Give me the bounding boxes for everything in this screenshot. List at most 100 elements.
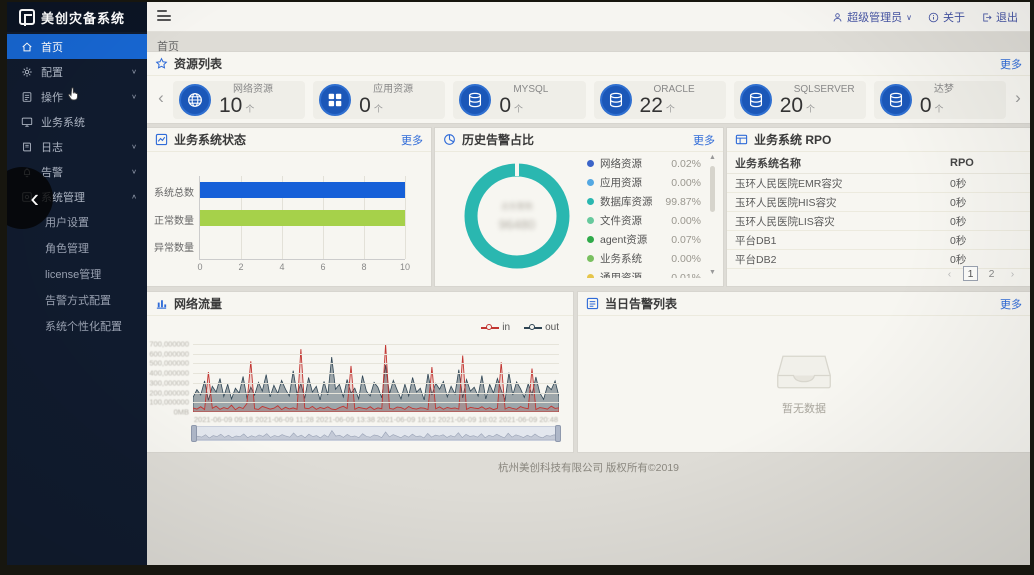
datazoom-right-handle[interactable] xyxy=(555,425,561,442)
card-name: 达梦 xyxy=(934,84,954,95)
empty-text: 暂无数据 xyxy=(782,400,826,416)
pagination-page-2[interactable]: 2 xyxy=(984,266,999,281)
pagination-next[interactable]: › xyxy=(1005,266,1020,281)
grid-line xyxy=(193,402,559,403)
rpo-system-name: 平台DB2 xyxy=(727,252,950,267)
alarm-more-link[interactable]: 更多 xyxy=(693,132,715,148)
card-text: ORACLE22个 xyxy=(640,84,695,117)
legend-item-网络资源[interactable]: 网络资源0.02% xyxy=(587,154,701,173)
scroll-thumb[interactable] xyxy=(710,166,715,212)
database-icon xyxy=(740,84,772,116)
x-tick-label: 2021-06-09 13:38 xyxy=(316,415,375,424)
x-tick-label: 2021-06-09 18:02 xyxy=(438,415,497,424)
user-menu[interactable]: 超级管理员 ∨ xyxy=(832,9,912,25)
x-tick-label: 6 xyxy=(320,262,325,272)
database-icon xyxy=(459,84,491,116)
main-area: 超级管理员 ∨ 关于 退出 首页 资源列表 更多 xyxy=(147,2,1030,565)
legend-item-数据库资源[interactable]: 数据库资源99.87% xyxy=(587,192,701,211)
resource-cards: 网络资源10个 应用资源0个MYSQL0个 ORACLE22个 SQLSERVER20… xyxy=(173,81,1006,119)
x-tick-label: 2021-06-09 11:28 xyxy=(255,415,314,424)
y-tick-label: 700,000000 xyxy=(149,340,189,349)
sidebar-item-business-system[interactable]: 业务系统 xyxy=(7,109,147,134)
card-count-line: 0个 xyxy=(359,95,413,117)
datazoom-slider[interactable] xyxy=(193,426,559,441)
legend-item-agent资源[interactable]: agent资源0.07% xyxy=(587,230,701,249)
about-button[interactable]: 关于 xyxy=(928,9,965,25)
logout-label: 退出 xyxy=(996,9,1018,25)
donut-center-value: 96480 xyxy=(499,217,535,232)
gear-icon xyxy=(21,66,33,78)
donut-center-label: 总告警数 xyxy=(501,201,533,212)
status-more-link[interactable]: 更多 xyxy=(401,132,423,148)
card-text: SQLSERVER20个 xyxy=(780,84,855,117)
sidebar-item-operation[interactable]: 操作∨ xyxy=(7,84,147,109)
network-chart: 700,000000600,000000500,000000400,000000… xyxy=(193,344,559,412)
legend-dot xyxy=(587,236,594,243)
monitor-icon xyxy=(21,116,33,128)
carousel-right-arrow[interactable]: › xyxy=(1010,88,1026,108)
network-traffic-panel: 网络流量 in out 700,000000600,000000500,00000… xyxy=(147,292,573,452)
x-tick-label: 10 xyxy=(400,262,410,272)
x-tick-label: 8 xyxy=(361,262,366,272)
x-tick-label: 2021-06-09 20:48 xyxy=(499,415,558,424)
bar-category-label: 异常数量 xyxy=(148,239,194,254)
scroll-down-icon[interactable]: ▼ xyxy=(708,269,717,276)
menu-toggle-icon[interactable] xyxy=(157,10,171,22)
sidebar-subitem-system-personalization[interactable]: 系统个性化配置 xyxy=(7,313,147,339)
sidebar-item-log[interactable]: 日志∨ xyxy=(7,134,147,159)
column-header-name: 业务系统名称 xyxy=(727,155,950,171)
bar-category-label: 系统总数 xyxy=(148,184,194,199)
alarm-ratio-panel: 历史告警占比 更多 总告警数 96480 网络资源0.02%应用资源0.00%数… xyxy=(435,128,723,286)
sidebar-item-config[interactable]: 配置∨ xyxy=(7,59,147,84)
system-status-panel: 业务系统状态 更多 0246810系统总数正常数量异常数量 xyxy=(147,128,431,286)
legend-scrollbar[interactable]: ▲ ▼ xyxy=(708,154,717,276)
legend-name: 通用资源 xyxy=(600,270,671,278)
logout-button[interactable]: 退出 xyxy=(981,9,1018,25)
legend-dot xyxy=(587,179,594,186)
resource-card-oracle[interactable]: ORACLE22个 xyxy=(594,81,726,119)
legend-item-文件资源[interactable]: 文件资源0.00% xyxy=(587,211,701,230)
y-tick-label: 100,000000 xyxy=(149,398,189,407)
sidebar-subitem-role-management[interactable]: 角色管理 xyxy=(7,235,147,261)
datazoom-left-handle[interactable] xyxy=(191,425,197,442)
legend-dot xyxy=(587,255,594,262)
resource-card-sqlserver[interactable]: SQLSERVER20个 xyxy=(734,81,866,119)
legend-item-业务系统[interactable]: 业务系统0.00% xyxy=(587,249,701,268)
rpo-value: 0秒 xyxy=(950,195,1030,210)
legend-item-通用资源[interactable]: 通用资源0.01% xyxy=(587,268,701,278)
app-title: 美创灾备系统 xyxy=(41,8,125,27)
legend-item-out[interactable]: out xyxy=(524,322,559,333)
pagination-prev[interactable]: ‹ xyxy=(942,266,957,281)
alarm-legend: 网络资源0.02%应用资源0.00%数据库资源99.87%文件资源0.00%ag… xyxy=(587,154,701,278)
alerts-more-link[interactable]: 更多 xyxy=(1000,296,1022,312)
resources-more-link[interactable]: 更多 xyxy=(1000,56,1022,72)
legend-name: in xyxy=(502,322,510,333)
chevron-left-icon: ‹ xyxy=(30,183,39,214)
logout-icon xyxy=(981,12,992,23)
resource-card-dameng[interactable]: 达梦0个 xyxy=(874,81,1006,119)
legend-line-marker xyxy=(481,324,499,332)
legend-item-应用资源[interactable]: 应用资源0.00% xyxy=(587,173,701,192)
sidebar-subitem-alarm-method-config[interactable]: 告警方式配置 xyxy=(7,287,147,313)
resource-card-app[interactable]: 应用资源0个 xyxy=(313,81,445,119)
sidebar-subitem-license-management[interactable]: license管理 xyxy=(7,261,147,287)
panel-title: 网络流量 xyxy=(174,295,222,312)
rpo-system-name: 玉环人民医院EMR容灾 xyxy=(727,176,950,191)
card-text: 网络资源10个 xyxy=(219,84,273,117)
database-icon xyxy=(600,84,632,116)
rpo-panel: 业务系统 RPO 业务系统名称 RPO 玉环人民医院EMR容灾0秒玉环人民医院H… xyxy=(727,128,1030,286)
rpo-value: 0秒 xyxy=(950,252,1030,267)
carousel-left-arrow[interactable]: ‹ xyxy=(153,88,169,108)
resource-card-mysql[interactable]: MYSQL0个 xyxy=(453,81,585,119)
star-icon xyxy=(155,57,168,70)
legend-item-in[interactable]: in xyxy=(481,322,510,333)
scroll-up-icon[interactable]: ▲ xyxy=(708,154,717,161)
about-label: 关于 xyxy=(943,9,965,25)
resource-card-network[interactable]: 网络资源10个 xyxy=(173,81,305,119)
user-name: 超级管理员 xyxy=(847,9,902,25)
card-text: 达梦0个 xyxy=(920,84,954,117)
grid-line xyxy=(193,373,559,374)
pagination-page-1[interactable]: 1 xyxy=(963,266,978,281)
empty-state: 暂无数据 xyxy=(578,316,1030,452)
sidebar-item-home[interactable]: 首页 xyxy=(7,34,147,59)
